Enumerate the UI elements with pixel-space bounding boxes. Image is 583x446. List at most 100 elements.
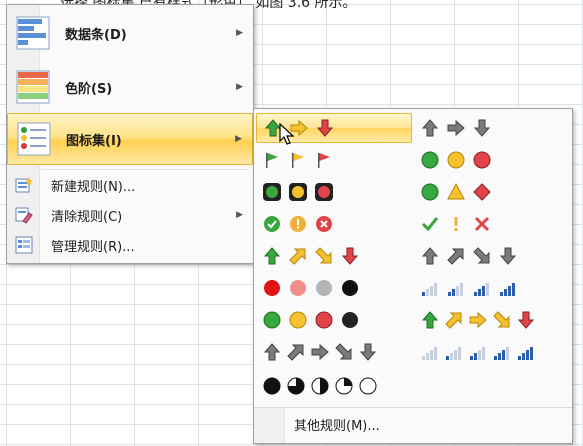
icon-set-3-traffic-lights-unrimmed[interactable] xyxy=(420,145,568,175)
yellow-flag-icon xyxy=(292,153,304,168)
yellow-up-right-arrow-icon xyxy=(445,312,462,329)
red-down-arrow-icon xyxy=(517,311,535,329)
yellow-up-right-arrow-icon xyxy=(289,248,306,265)
three-quarter-circle-icon xyxy=(287,377,305,395)
signal-2-bars-icon xyxy=(470,347,485,360)
green-up-arrow-icon xyxy=(263,247,281,265)
gray-down-right-arrow-icon xyxy=(335,343,352,360)
red-dot-icon xyxy=(264,280,280,296)
signal-1-bar-icon xyxy=(422,283,437,296)
yellow-triangle-icon xyxy=(447,182,465,200)
menu-item-clear-rules[interactable]: 清除规则(C) ▶ xyxy=(7,201,253,229)
icon-set-5-quarters[interactable] xyxy=(262,371,414,401)
menu-item-label: 管理规则(R)... xyxy=(51,239,135,255)
green-up-arrow-icon xyxy=(421,311,439,329)
icon-set-3-symbols[interactable] xyxy=(420,209,568,239)
gray-down-arrow-icon xyxy=(499,247,517,265)
yellow-light-icon xyxy=(289,183,307,201)
icon-set-5-arrows-colored[interactable] xyxy=(420,305,568,335)
icon-set-4-traffic-lights[interactable] xyxy=(262,305,412,335)
new-rule-icon xyxy=(15,176,33,194)
menu-item-label: 数据条(D) xyxy=(65,27,127,43)
full-circle-icon xyxy=(263,377,281,395)
submenu-separator xyxy=(254,407,572,408)
exclamation-circle-icon xyxy=(290,216,306,232)
pink-dot-icon xyxy=(290,280,306,296)
data-bars-icon xyxy=(15,15,51,51)
mouse-cursor-icon xyxy=(279,122,295,145)
icon-set-3-signs[interactable] xyxy=(420,177,568,207)
signal-0-bars-icon xyxy=(422,347,437,360)
green-flag-icon xyxy=(266,153,278,168)
icon-set-5-ratings[interactable] xyxy=(420,337,568,367)
submenu-gutter xyxy=(254,407,285,443)
red-diamond-icon xyxy=(473,183,491,201)
yellow-circle-icon xyxy=(289,311,307,329)
menu-item-new-rule[interactable]: 新建规则(N)... xyxy=(7,171,253,199)
manage-rules-icon xyxy=(15,236,33,254)
icon-set-red-to-black[interactable] xyxy=(262,273,412,303)
signal-3-bars-icon xyxy=(494,347,509,360)
icon-set-3-flags[interactable] xyxy=(262,145,412,175)
icon-set-3-symbols-circled[interactable] xyxy=(262,209,412,239)
gray-down-right-arrow-icon xyxy=(473,247,490,264)
red-down-arrow-icon xyxy=(316,119,334,137)
yellow-circle-icon xyxy=(447,151,465,169)
green-check-icon xyxy=(421,217,439,232)
icon-sets-submenu: 其他规则(M)... xyxy=(253,108,573,444)
gray-up-right-arrow-icon xyxy=(287,344,304,361)
gray-up-right-arrow-icon xyxy=(447,248,464,265)
yellow-right-arrow-icon xyxy=(469,311,487,329)
menu-item-label: 新建规则(N)... xyxy=(51,179,136,195)
clear-rules-icon xyxy=(15,206,33,224)
black-circle-icon xyxy=(342,312,358,328)
red-flag-icon xyxy=(318,153,330,168)
empty-circle-icon xyxy=(359,377,377,395)
red-circle-icon xyxy=(473,151,491,169)
more-rules-item[interactable]: 其他规则(M)... xyxy=(294,415,380,434)
icon-set-4-arrows-gray[interactable] xyxy=(420,241,568,271)
submenu-arrow-icon: ▶ xyxy=(236,28,243,38)
color-scales-icon xyxy=(15,69,51,105)
menu-item-manage-rules[interactable]: 管理规则(R)... xyxy=(7,231,253,259)
black-dot-icon xyxy=(342,280,358,296)
icon-set-3-traffic-lights-rimmed[interactable] xyxy=(262,177,412,207)
gray-right-arrow-icon xyxy=(311,343,329,361)
green-light-icon xyxy=(263,183,281,201)
icon-set-5-arrows-gray[interactable] xyxy=(262,337,414,367)
gray-down-arrow-icon xyxy=(473,119,491,137)
yellow-exclamation-icon xyxy=(454,217,458,231)
signal-2-bars-icon xyxy=(448,283,463,296)
half-circle-icon xyxy=(311,377,329,395)
icon-set-3-arrows-gray[interactable] xyxy=(420,113,568,143)
signal-4-bars-icon xyxy=(500,283,515,296)
yellow-down-right-arrow-icon xyxy=(493,311,510,328)
menu-item-label: 图标集(I) xyxy=(66,133,122,149)
signal-3-bars-icon xyxy=(474,283,489,296)
quarter-circle-icon xyxy=(335,377,353,395)
red-down-arrow-icon xyxy=(341,247,359,265)
icon-set-4-ratings[interactable] xyxy=(420,273,568,303)
yellow-down-right-arrow-icon xyxy=(315,247,332,264)
red-circle-icon xyxy=(315,311,333,329)
gray-up-arrow-icon xyxy=(421,119,439,137)
red-x-icon xyxy=(474,216,490,232)
x-circle-icon xyxy=(316,216,332,232)
submenu-arrow-icon: ▶ xyxy=(236,210,243,220)
gray-down-arrow-icon xyxy=(359,343,377,361)
gray-dot-icon xyxy=(316,280,332,296)
gray-right-arrow-icon xyxy=(447,119,465,137)
red-light-icon xyxy=(315,183,333,201)
green-circle-sign-icon xyxy=(421,183,439,201)
icon-set-4-arrows-colored[interactable] xyxy=(262,241,412,271)
signal-1-bar-icon xyxy=(446,347,461,360)
menu-item-label: 色阶(S) xyxy=(65,81,113,97)
green-circle-icon xyxy=(263,311,281,329)
menu-item-data-bars[interactable]: 数据条(D) ▶ xyxy=(7,7,253,59)
conditional-format-menu: 数据条(D) ▶ 色阶(S) ▶ 图标集(I) ▶ 新建规则(N)... 清除规… xyxy=(6,4,254,264)
menu-item-color-scales[interactable]: 色阶(S) ▶ xyxy=(7,61,253,113)
menu-item-icon-sets[interactable]: 图标集(I) ▶ xyxy=(7,113,253,165)
check-circle-icon xyxy=(264,216,280,232)
icon-sets-icon xyxy=(16,121,52,157)
signal-4-bars-icon xyxy=(518,347,533,360)
